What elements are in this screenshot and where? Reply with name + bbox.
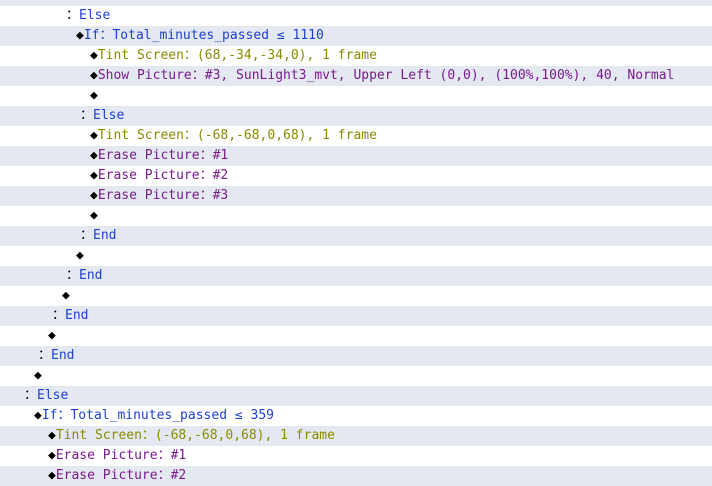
command-row[interactable]: ◆ <box>0 246 712 266</box>
command-diamond-icon: ◆ <box>80 0 88 3</box>
command-row[interactable]: ◆Erase Picture：#1 <box>0 446 712 466</box>
command-diamond-icon: ◆ <box>90 88 98 103</box>
command-row[interactable]: ◆Erase Picture：#2 <box>0 166 712 186</box>
event-command-list[interactable]: ◆：Else◆If：Total_minutes_passed ≤ 1110◆Ti… <box>0 0 712 486</box>
branch-colon: ： <box>80 228 94 243</box>
command-text: End <box>51 348 75 363</box>
command-row[interactable]: ：End <box>0 346 712 366</box>
command-row[interactable]: ：Else <box>0 6 712 26</box>
command-diamond-icon: ◆ <box>90 168 98 183</box>
command-diamond-icon: ◆ <box>76 248 84 263</box>
command-text: Show Picture：#3, SunLight3_mvt, Upper Le… <box>97 68 675 83</box>
command-diamond-icon: ◆ <box>90 148 98 163</box>
command-row[interactable]: ◆ <box>0 366 712 386</box>
command-row[interactable]: ◆ <box>0 286 712 306</box>
command-text: Else <box>37 388 69 403</box>
command-text: Erase Picture：#2 <box>97 168 229 183</box>
command-diamond-icon: ◆ <box>90 128 98 143</box>
command-diamond-icon: ◆ <box>90 48 98 63</box>
command-text: Erase Picture：#1 <box>55 448 187 463</box>
command-row[interactable]: ：End <box>0 266 712 286</box>
branch-colon: ： <box>66 8 80 23</box>
command-diamond-icon: ◆ <box>48 328 56 343</box>
command-diamond-icon: ◆ <box>90 208 98 223</box>
command-text: Tint Screen：(68,-34,-34,0), 1 frame <box>97 48 377 63</box>
command-row[interactable]: ◆Tint Screen：(-68,-68,0,68), 1 frame <box>0 126 712 146</box>
command-row[interactable]: ：End <box>0 306 712 326</box>
command-text: If：Total_minutes_passed ≤ 1110 <box>83 28 324 43</box>
command-row[interactable]: ◆ <box>0 86 712 106</box>
command-text: End <box>79 268 103 283</box>
command-text: If：Total_minutes_passed ≤ 359 <box>41 408 274 423</box>
branch-colon: ： <box>38 348 52 363</box>
command-text: Else <box>79 8 111 23</box>
command-diamond-icon: ◆ <box>34 408 42 423</box>
command-diamond-icon: ◆ <box>48 448 56 463</box>
command-diamond-icon: ◆ <box>90 68 98 83</box>
branch-colon: ： <box>80 108 94 123</box>
command-text: Else <box>93 108 125 123</box>
command-row[interactable]: ◆If：Total_minutes_passed ≤ 359 <box>0 406 712 426</box>
command-diamond-icon: ◆ <box>62 288 70 303</box>
command-row[interactable]: ◆ <box>0 206 712 226</box>
branch-colon: ： <box>52 308 66 323</box>
command-row[interactable]: ：End <box>0 226 712 246</box>
branch-colon: ： <box>66 268 80 283</box>
command-diamond-icon: ◆ <box>48 468 56 483</box>
command-text: End <box>65 308 89 323</box>
command-text: Erase Picture：#3 <box>97 188 229 203</box>
command-row[interactable]: ◆Show Picture：#3, SunLight3_mvt, Upper L… <box>0 66 712 86</box>
command-row[interactable]: ◆Erase Picture：#3 <box>0 186 712 206</box>
command-row[interactable]: ◆Tint Screen：(68,-34,-34,0), 1 frame <box>0 46 712 66</box>
branch-colon: ： <box>24 388 38 403</box>
command-diamond-icon: ◆ <box>34 368 42 383</box>
command-row[interactable]: ：Else <box>0 386 712 406</box>
command-diamond-icon: ◆ <box>48 428 56 443</box>
command-text: Tint Screen：(-68,-68,0,68), 1 frame <box>97 128 377 143</box>
command-row[interactable]: ◆Tint Screen：(-68,-68,0,68), 1 frame <box>0 426 712 446</box>
command-row[interactable]: ◆Erase Picture：#1 <box>0 146 712 166</box>
command-diamond-icon: ◆ <box>76 28 84 43</box>
command-row[interactable]: ◆Erase Picture：#2 <box>0 466 712 486</box>
command-text: Erase Picture：#1 <box>97 148 229 163</box>
command-text: End <box>93 228 117 243</box>
command-text: Tint Screen：(-68,-68,0,68), 1 frame <box>55 428 335 443</box>
command-row[interactable]: ◆If：Total_minutes_passed ≤ 1110 <box>0 26 712 46</box>
command-text: Erase Picture：#2 <box>55 468 187 483</box>
command-row[interactable]: ◆ <box>0 326 712 346</box>
command-diamond-icon: ◆ <box>90 188 98 203</box>
command-row[interactable]: ：Else <box>0 106 712 126</box>
